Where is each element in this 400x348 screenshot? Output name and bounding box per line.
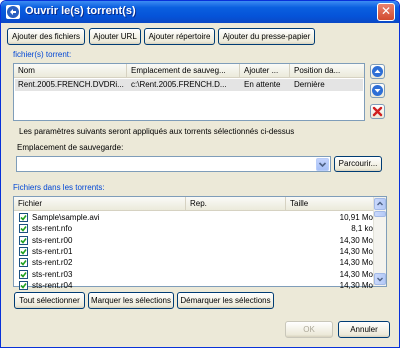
remove-icon bbox=[372, 106, 383, 117]
arrow-up-icon bbox=[372, 66, 383, 77]
checkmark-icon bbox=[20, 248, 27, 255]
window-title: Ouvrir le(s) torrent(s) bbox=[25, 5, 136, 17]
column-header-size[interactable]: Taille bbox=[286, 197, 374, 211]
torrent-queue-position: Dernière bbox=[294, 80, 325, 89]
chevron-down-icon bbox=[318, 162, 327, 168]
torrent-list[interactable]: Nom Emplacement de sauveg... Ajouter ...… bbox=[13, 63, 365, 121]
add-clipboard-button[interactable]: Ajouter du presse-papier bbox=[218, 28, 315, 45]
column-header-save-location[interactable]: Emplacement de sauveg... bbox=[127, 64, 240, 78]
mark-selections-button[interactable]: Marquer les sélections bbox=[88, 292, 174, 309]
title-bar[interactable]: Ouvrir le(s) torrent(s) ✕ bbox=[1, 1, 399, 23]
save-location-label: Emplacement de sauvegarde: bbox=[17, 143, 124, 152]
scroll-down-button[interactable] bbox=[374, 273, 386, 285]
column-header-queue-position[interactable]: Position da... bbox=[290, 64, 364, 78]
open-torrents-dialog: Ouvrir le(s) torrent(s) ✕ Ajouter des fi… bbox=[0, 0, 400, 348]
file-name: sts-rent.r03 bbox=[32, 269, 73, 279]
file-checkbox[interactable] bbox=[19, 280, 28, 290]
scroll-up-button[interactable] bbox=[374, 198, 386, 210]
chevron-up-icon bbox=[377, 201, 383, 206]
file-list[interactable]: Fichier Rep. Taille Sample\sample.avi 10,… bbox=[13, 196, 387, 290]
bittorrent-logo-icon bbox=[6, 5, 20, 19]
file-checkbox[interactable] bbox=[19, 246, 28, 256]
cancel-button[interactable]: Annuler bbox=[338, 321, 390, 338]
dropdown-arrow[interactable] bbox=[316, 158, 329, 171]
file-size: 14,30 Mo bbox=[339, 246, 373, 256]
file-name: Sample\sample.avi bbox=[32, 213, 100, 222]
file-row[interactable]: sts-rent.r03 14,30 Mo bbox=[15, 269, 374, 280]
checkmark-icon bbox=[20, 226, 27, 233]
column-header-name[interactable]: Nom bbox=[14, 64, 127, 78]
checkmark-icon bbox=[20, 237, 27, 244]
file-size: 14,30 Mo bbox=[339, 235, 373, 245]
file-size: 10,91 Mo bbox=[339, 213, 373, 222]
move-up-button[interactable] bbox=[370, 64, 385, 79]
close-button[interactable]: ✕ bbox=[377, 3, 395, 21]
checkmark-icon bbox=[20, 215, 27, 221]
file-name: sts-rent.r02 bbox=[32, 258, 73, 268]
settings-info-text: Les paramètres suivants seront appliqués… bbox=[19, 127, 295, 136]
browse-button[interactable]: Parcourir... bbox=[334, 156, 382, 172]
file-name: sts-rent.nfo bbox=[32, 224, 73, 234]
scroll-thumb[interactable] bbox=[374, 211, 386, 217]
torrent-files-label: fichier(s) torrent: bbox=[13, 50, 72, 59]
checkmark-icon bbox=[20, 260, 27, 266]
torrent-row[interactable]: Rent.2005.FRENCH.DVDRi... c:\Rent.2005.F… bbox=[15, 79, 363, 91]
file-row[interactable]: sts-rent.r00 14,30 Mo bbox=[15, 235, 374, 246]
chevron-down-icon bbox=[377, 277, 383, 282]
file-size: 14,30 Mo bbox=[339, 258, 373, 268]
torrent-name: Rent.2005.FRENCH.DVDRi... bbox=[18, 80, 124, 89]
file-checkbox[interactable] bbox=[19, 258, 28, 268]
arrow-down-icon bbox=[372, 85, 383, 96]
torrent-save-location: c:\Rent.2005.FRENCH.D... bbox=[131, 80, 227, 89]
save-location-dropdown[interactable] bbox=[16, 156, 331, 172]
file-row[interactable]: sts-rent.r02 14,30 Mo bbox=[15, 257, 374, 268]
ok-button[interactable]: OK bbox=[285, 321, 333, 338]
torrent-add-state: En attente bbox=[244, 80, 281, 89]
file-row[interactable]: sts-rent.r04 14,30 Mo bbox=[15, 280, 374, 291]
file-size: 14,30 Mo bbox=[339, 280, 373, 290]
add-files-button[interactable]: Ajouter des fichiers bbox=[7, 28, 85, 45]
remove-torrent-button[interactable] bbox=[370, 104, 385, 119]
column-header-add-state[interactable]: Ajouter ... bbox=[240, 64, 290, 78]
file-row[interactable]: sts-rent.r01 14,30 Mo bbox=[15, 246, 374, 257]
files-in-torrents-label: Fichiers dans les torrents: bbox=[13, 183, 105, 192]
move-down-button[interactable] bbox=[370, 83, 385, 98]
file-size: 8,1 ko bbox=[351, 224, 373, 234]
file-list-scrollbar[interactable] bbox=[373, 197, 386, 286]
file-checkbox[interactable] bbox=[19, 235, 28, 245]
checkmark-icon bbox=[20, 282, 27, 289]
column-header-directory[interactable]: Rep. bbox=[186, 197, 286, 211]
add-directory-button[interactable]: Ajouter répertoire bbox=[144, 28, 215, 45]
column-header-file[interactable]: Fichier bbox=[14, 197, 186, 211]
close-icon: ✕ bbox=[380, 4, 392, 18]
file-size: 14,30 Mo bbox=[339, 269, 373, 279]
unmark-selections-button[interactable]: Démarquer les sélections bbox=[177, 292, 274, 309]
add-url-button[interactable]: Ajouter URL bbox=[89, 28, 141, 45]
file-checkbox[interactable] bbox=[19, 224, 28, 234]
file-row[interactable]: Sample\sample.avi 10,91 Mo bbox=[15, 212, 374, 223]
checkmark-icon bbox=[20, 271, 27, 278]
file-checkbox[interactable] bbox=[19, 213, 28, 222]
select-all-button[interactable]: Tout sélectionner bbox=[14, 292, 85, 309]
file-name: sts-rent.r01 bbox=[32, 246, 73, 256]
file-name: sts-rent.r04 bbox=[32, 280, 73, 290]
file-checkbox[interactable] bbox=[19, 269, 28, 279]
file-name: sts-rent.r00 bbox=[32, 235, 73, 245]
file-row[interactable]: sts-rent.nfo 8,1 ko bbox=[15, 223, 374, 234]
